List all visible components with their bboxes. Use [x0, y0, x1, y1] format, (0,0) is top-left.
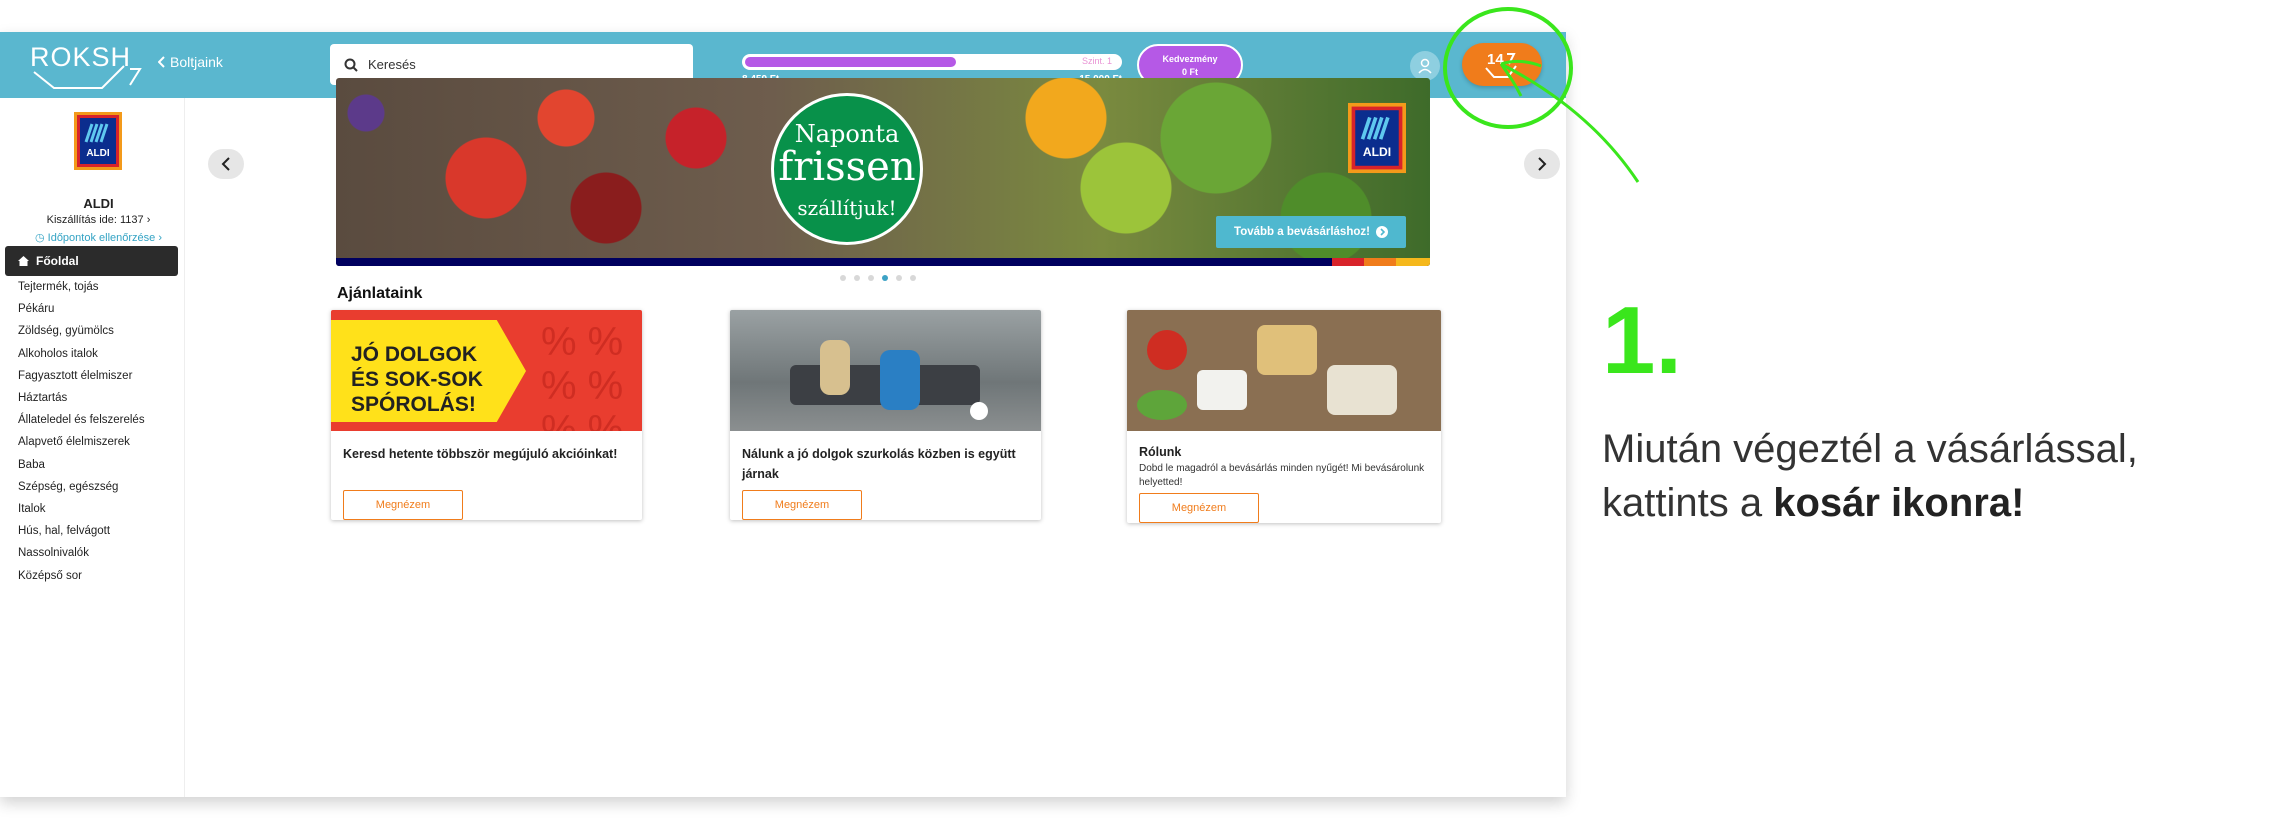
cta-label: Tovább a bevásárláshoz!	[1234, 226, 1370, 238]
carousel-dots	[840, 275, 916, 281]
sidebar-item-category[interactable]: Alkoholos italok	[18, 343, 178, 365]
banner-aldi-text: ALDI	[1363, 145, 1391, 159]
sidebar-item-category[interactable]: Pékáru	[18, 298, 178, 320]
carousel-dot[interactable]	[910, 275, 916, 281]
sidebar-item-category[interactable]: Háztartás	[18, 387, 178, 409]
bag-shape	[1327, 365, 1397, 415]
category-list: Tejtermék, tojás Pékáru Zöldség, gyümölcs A…	[18, 276, 178, 587]
offer-title: Keresd hetente többször megújuló akcióin…	[343, 447, 618, 461]
app-window: ROKSH Boltjaink Szint. 1 8 459 Ft 15 000…	[0, 32, 1566, 797]
sidebar-item-category[interactable]: Tejtermék, tojás	[18, 276, 178, 298]
sidebar-item-category[interactable]: Fagyasztott élelmiszer	[18, 365, 178, 387]
instruction-text: Miután végeztél a vásárlással, kattints …	[1602, 422, 2262, 530]
clock-icon: ◷	[34, 232, 48, 244]
banner-strip	[336, 258, 1430, 266]
stores-back-link[interactable]: Boltjaink	[158, 54, 223, 70]
roksh-logo[interactable]: ROKSH	[30, 38, 148, 90]
carousel-dot[interactable]	[854, 275, 860, 281]
timeslot-link[interactable]: ◷ Időpontok ellenőrzése ›	[0, 231, 197, 244]
arrow-right-circle-icon	[1375, 226, 1388, 238]
carousel-prev-button[interactable]	[208, 149, 244, 179]
delivery-address[interactable]: Kiszállítás ide: 1137 ›	[0, 214, 197, 226]
sidebar-item-category[interactable]: Alapvető élelmiszerek	[18, 431, 178, 453]
carousel-dot[interactable]	[868, 275, 874, 281]
offer-card-2[interactable]: Nálunk a jó dolgok szurkolás közben is e…	[730, 310, 1041, 520]
home-icon	[18, 256, 29, 266]
offer-image-deals: JÓ DOLGOK ÉS SOK-SOK SPÓROLÁS! % %% %% %	[331, 310, 642, 431]
offer-image-groceries	[1127, 310, 1441, 431]
banner-line-2: frissen	[778, 144, 916, 190]
banner-stripe-orange	[1364, 258, 1396, 266]
annotation-overlay	[1443, 7, 1640, 183]
fan-shape-2	[820, 340, 850, 395]
sidebar-item-category[interactable]: Középső sor	[18, 564, 178, 586]
sidebar-item-label: Főoldal	[36, 254, 79, 268]
offer-description: Dobd le magadról a bevásárlás minden nyű…	[1139, 463, 1425, 488]
banner-stripe-red	[1332, 258, 1364, 266]
banner-aldi-logo: ALDI	[1348, 102, 1406, 174]
instruction-text-bold: kosár ikonra!	[1773, 481, 2025, 525]
view-offer-button[interactable]: Megnézem	[742, 490, 862, 520]
banner-stripe-yellow	[1396, 258, 1430, 266]
deals-line-1: JÓ DOLGOK	[351, 343, 478, 366]
continue-shopping-button[interactable]: Tovább a bevásárláshoz!	[1216, 216, 1406, 248]
search-icon	[344, 58, 358, 72]
sidebar-item-category[interactable]: Szépség, egészség	[18, 476, 178, 498]
chevron-left-icon	[158, 56, 165, 68]
sidebar-item-category[interactable]: Hús, hal, felvágott	[18, 520, 178, 542]
view-offer-button[interactable]: Megnézem	[1139, 493, 1259, 523]
chevron-left-icon	[221, 157, 230, 171]
offer-image-fans	[730, 310, 1041, 431]
view-offer-button[interactable]: Megnézem	[343, 490, 463, 520]
sidebar-item-category[interactable]: Állateledel és felszerelés	[18, 409, 178, 431]
sidebar-item-category[interactable]: Nassolnivalók	[18, 542, 178, 564]
progress-fill	[745, 57, 956, 67]
aldi-logo[interactable]: ALDI	[74, 112, 122, 170]
promo-banner[interactable]: Naponta frissen szállítjuk! ALDI Tovább …	[336, 78, 1430, 266]
offer-title: Nálunk a jó dolgok szurkolás közben is e…	[742, 447, 1016, 481]
banner-line-3: szállítjuk!	[797, 196, 897, 220]
step-number: 1.	[1602, 287, 1683, 394]
store-name: ALDI	[83, 196, 114, 211]
offer-card-1[interactable]: JÓ DOLGOK ÉS SOK-SOK SPÓROLÁS! % %% %% %…	[331, 310, 642, 520]
offers-title: Ajánlataink	[337, 285, 423, 302]
offer-title: Rólunk	[1139, 445, 1182, 459]
sidebar-item-category[interactable]: Zöldség, gyümölcs	[18, 320, 178, 342]
offer-card-3[interactable]: Rólunk Dobd le magadról a bevásárlás min…	[1127, 310, 1441, 523]
progress-level: Szint. 1	[1081, 56, 1112, 66]
deals-line-2: ÉS SOK-SOK	[351, 368, 483, 391]
deals-badge-text: JÓ DOLGOK ÉS SOK-SOK SPÓROLÁS!	[351, 342, 483, 417]
banner-headline: Naponta frissen szállítjuk!	[771, 93, 923, 245]
stores-link-label: Boltjaink	[170, 54, 223, 70]
tomato-shape	[1147, 330, 1187, 370]
fan-shape	[880, 350, 920, 410]
sidebar: ALDI ALDI Kiszállítás ide: 1137 › ◷ Időp…	[0, 98, 185, 797]
sidebar-item-category[interactable]: Baba	[18, 454, 178, 476]
search-input[interactable]	[366, 56, 666, 73]
carousel-dot[interactable]	[882, 275, 888, 281]
percent-pattern: % %% %% %	[541, 320, 624, 431]
carousel-dot[interactable]	[896, 275, 902, 281]
pasta-shape	[1257, 325, 1317, 375]
carousel-dot[interactable]	[840, 275, 846, 281]
aldi-logo-text: ALDI	[86, 148, 110, 159]
basket-logo-icon	[33, 65, 142, 89]
greens-shape	[1137, 390, 1187, 420]
ball-shape	[970, 402, 988, 420]
eggs-shape	[1197, 370, 1247, 410]
timeslot-label: Időpontok ellenőrzése ›	[47, 232, 162, 244]
sidebar-item-home[interactable]: Főoldal	[5, 246, 178, 276]
sidebar-item-category[interactable]: Italok	[18, 498, 178, 520]
discount-title: Kedvezmény	[1162, 54, 1218, 64]
deals-line-3: SPÓROLÁS!	[351, 393, 476, 416]
